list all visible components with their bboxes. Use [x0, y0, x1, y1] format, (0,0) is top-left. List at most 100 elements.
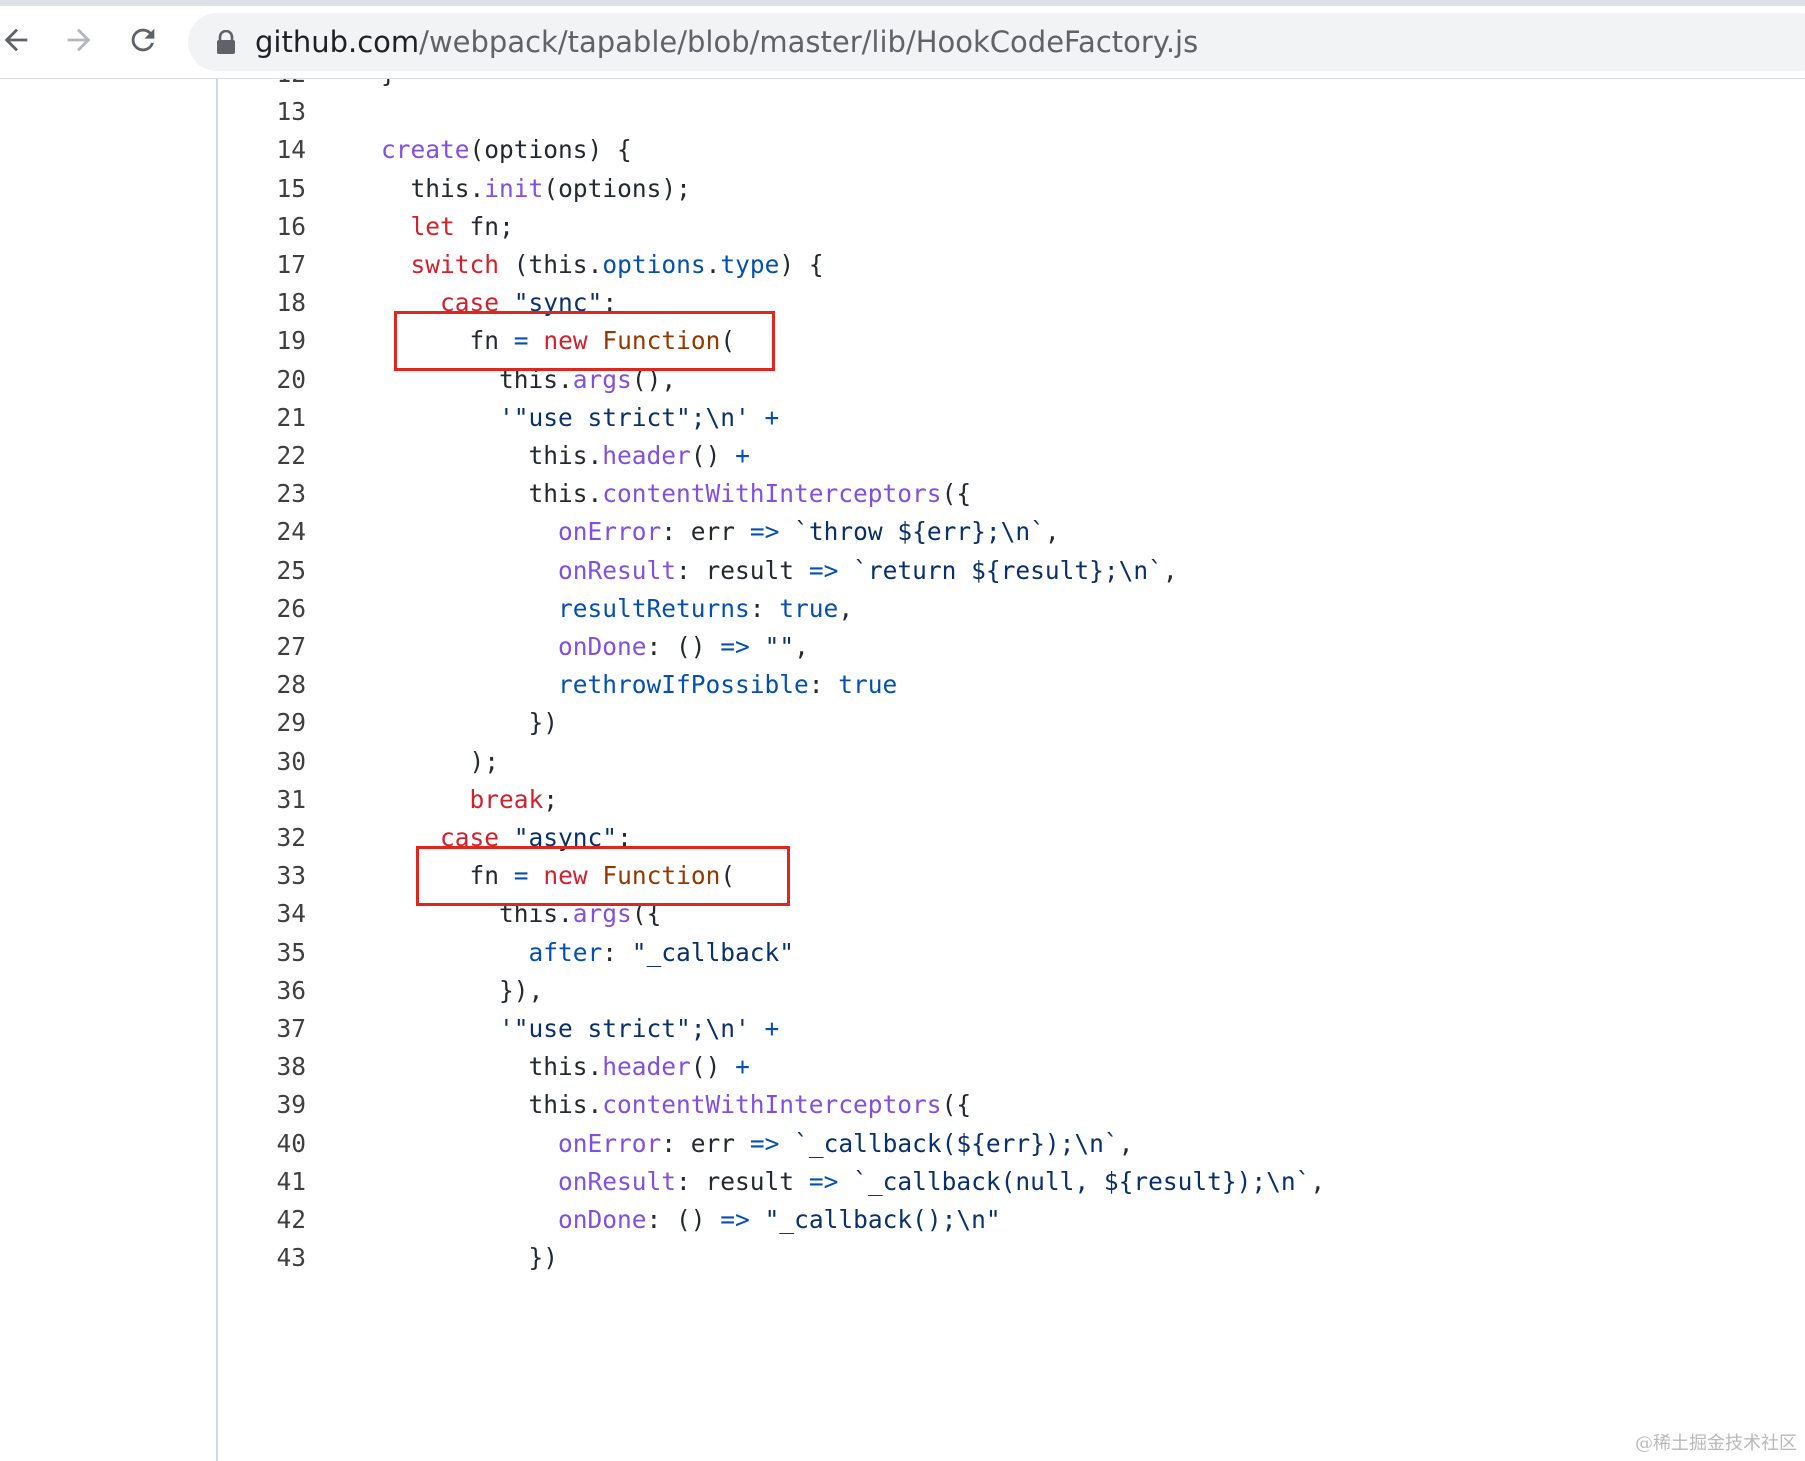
code-token: ( [720, 861, 736, 891]
page: github.com/webpack/tapable/blob/master/l… [0, 0, 1805, 1461]
code-viewer: 12}1314create(options) {15 this.init(opt… [0, 78, 1805, 1461]
code-token: + [735, 1052, 750, 1082]
code-token: case [440, 288, 500, 318]
address-bar[interactable]: github.com/webpack/tapable/blob/master/l… [188, 13, 1805, 71]
code-token: true [779, 593, 839, 623]
code-token: ({ [631, 899, 662, 929]
code-token: () [690, 441, 736, 470]
code-token: . [558, 364, 573, 394]
code-token: ( [543, 173, 559, 203]
code-token: result [705, 555, 795, 585]
back-arrow-icon[interactable] [0, 18, 38, 62]
code-token: ({ [941, 479, 972, 509]
code-token: (), [631, 364, 677, 394]
code-token: ) { [779, 250, 824, 279]
code-token: : [808, 670, 839, 700]
code-text: }) [381, 1236, 559, 1280]
code-token: => [808, 1166, 839, 1196]
code-token: header [602, 1052, 691, 1082]
code-token: this [528, 479, 588, 509]
code-token: }), [381, 975, 544, 1005]
code-token: this [499, 364, 559, 394]
code-token: ); [381, 746, 500, 776]
code-token: this [528, 250, 588, 279]
code-token: true [838, 670, 898, 700]
code-token: , [1044, 517, 1060, 547]
code-token: this [499, 899, 559, 929]
code-token: ( [499, 250, 529, 279]
code-token: `throw ${err};\n` [794, 517, 1045, 547]
code-token: case [440, 823, 500, 852]
code-token: onDone [558, 1205, 647, 1234]
code-token: switch [410, 250, 500, 279]
code-token: `return ${result};\n` [853, 555, 1163, 585]
code-token: Function [602, 326, 721, 356]
code-token: contentWithInterceptors [602, 479, 942, 509]
code-token: ( [720, 326, 736, 356]
line-number[interactable]: 43 [218, 1236, 306, 1280]
code-token: => [720, 632, 750, 661]
watermark: @稀土掘金技术社区 [1635, 1433, 1797, 1454]
code-token: . [705, 250, 721, 279]
code-token: ); [661, 173, 691, 203]
code-token: '"use strict";\n' [499, 1014, 750, 1043]
code-token: fn [469, 326, 500, 356]
forward-arrow-icon[interactable] [57, 18, 101, 62]
code-token: } [381, 78, 396, 88]
code-token: : [602, 288, 618, 318]
code-token: '"use strict";\n' [499, 402, 750, 432]
code-token: onResult [558, 555, 677, 585]
code-token: onError [558, 1128, 662, 1158]
url-path: /webpack/tapable/blob/master/lib/HookCod… [419, 25, 1199, 59]
code-token: args [572, 899, 632, 929]
code-token: options [602, 250, 706, 279]
code-token: header [602, 441, 691, 470]
code-token: `_callback(${err});\n` [794, 1128, 1119, 1158]
code-token: break [469, 784, 544, 814]
code-token: ({ [941, 1090, 972, 1120]
code-token: . [587, 441, 603, 470]
tab-strip-edge [0, 0, 1805, 6]
reload-icon[interactable] [121, 18, 165, 62]
url-host: github.com [255, 25, 420, 59]
code-token: "_callback" [631, 937, 795, 967]
code-token: : [617, 823, 632, 852]
code-token: => [749, 517, 780, 547]
code-token: err [690, 1128, 736, 1158]
code-token: ; [543, 784, 559, 814]
code-line: 43 }) [218, 1236, 1805, 1280]
code-token: new [543, 861, 588, 891]
code-token: . [587, 250, 603, 279]
browser-toolbar: github.com/webpack/tapable/blob/master/l… [0, 0, 1805, 79]
code-token: . [469, 173, 485, 203]
code-token: options [484, 135, 588, 165]
code-token: , [794, 632, 809, 661]
code-token: contentWithInterceptors [602, 1090, 942, 1120]
